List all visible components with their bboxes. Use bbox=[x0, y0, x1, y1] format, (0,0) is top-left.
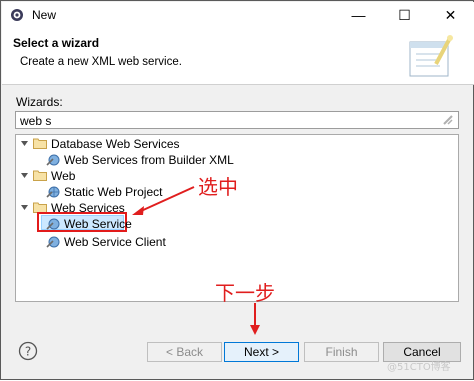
tree-item-static-web-project[interactable]: Static Web Project bbox=[46, 184, 346, 200]
watermark: @51CTO博客 bbox=[387, 362, 451, 373]
maximize-button[interactable]: ☐ bbox=[382, 2, 427, 28]
annotation-select: 选中 bbox=[198, 175, 238, 199]
collapse-toggle-icon[interactable] bbox=[20, 203, 29, 212]
folder-icon bbox=[33, 138, 47, 149]
tree-item-label: Web Service bbox=[64, 217, 132, 231]
tree-folder-database-web-services[interactable]: Database Web Services bbox=[20, 136, 320, 152]
tree-item-web-service[interactable]: Web Service bbox=[46, 216, 132, 232]
new-wizard-banner-icon bbox=[409, 35, 453, 77]
tree-item-label: Database Web Services bbox=[51, 137, 180, 151]
web-service-wizard-icon bbox=[46, 154, 60, 166]
clear-filter-icon[interactable] bbox=[442, 114, 454, 126]
folder-icon bbox=[33, 170, 47, 181]
web-service-client-icon bbox=[46, 236, 60, 248]
eclipse-gear-icon bbox=[11, 9, 23, 21]
title-bar: New — ☐ ✕ bbox=[2, 2, 474, 28]
filter-value: web s bbox=[20, 114, 52, 128]
svg-text:?: ? bbox=[25, 345, 31, 359]
annotation-next-step: 下一步 bbox=[215, 281, 275, 305]
tree-item-web-services-from-builder-xml[interactable]: Web Services from Builder XML bbox=[46, 152, 346, 168]
tree-item-label: Web bbox=[51, 169, 76, 183]
next-button[interactable]: Next > bbox=[224, 342, 299, 362]
minimize-button[interactable]: — bbox=[336, 2, 381, 28]
close-button[interactable]: ✕ bbox=[428, 2, 473, 28]
web-project-icon bbox=[46, 186, 60, 198]
web-service-wizard-icon bbox=[46, 218, 60, 230]
arrow-to-next-button bbox=[250, 303, 260, 335]
wizard-filter-input[interactable]: web s bbox=[15, 111, 459, 129]
finish-button[interactable]: Finish bbox=[304, 342, 379, 362]
tree-item-label: Web Service Client bbox=[64, 235, 166, 249]
window-title: New bbox=[32, 8, 57, 22]
back-button[interactable]: < Back bbox=[147, 342, 222, 362]
wizards-label: Wizards: bbox=[16, 95, 63, 109]
wizard-header: Select a wizard Create a new XML web ser… bbox=[2, 28, 474, 85]
tree-item-label: Static Web Project bbox=[64, 185, 163, 199]
tree-folder-web[interactable]: Web bbox=[20, 168, 320, 184]
collapse-toggle-icon[interactable] bbox=[20, 139, 29, 148]
help-icon[interactable]: ? bbox=[18, 341, 38, 361]
tree-item-web-service-client[interactable]: Web Service Client bbox=[46, 234, 346, 250]
tree-item-label: Web Services from Builder XML bbox=[64, 153, 234, 167]
page-title: Select a wizard bbox=[13, 36, 100, 50]
collapse-toggle-icon[interactable] bbox=[20, 171, 29, 180]
page-description: Create a new XML web service. bbox=[20, 56, 182, 68]
wizard-dialog: New — ☐ ✕ Select a wizard Create a new X… bbox=[0, 0, 474, 380]
